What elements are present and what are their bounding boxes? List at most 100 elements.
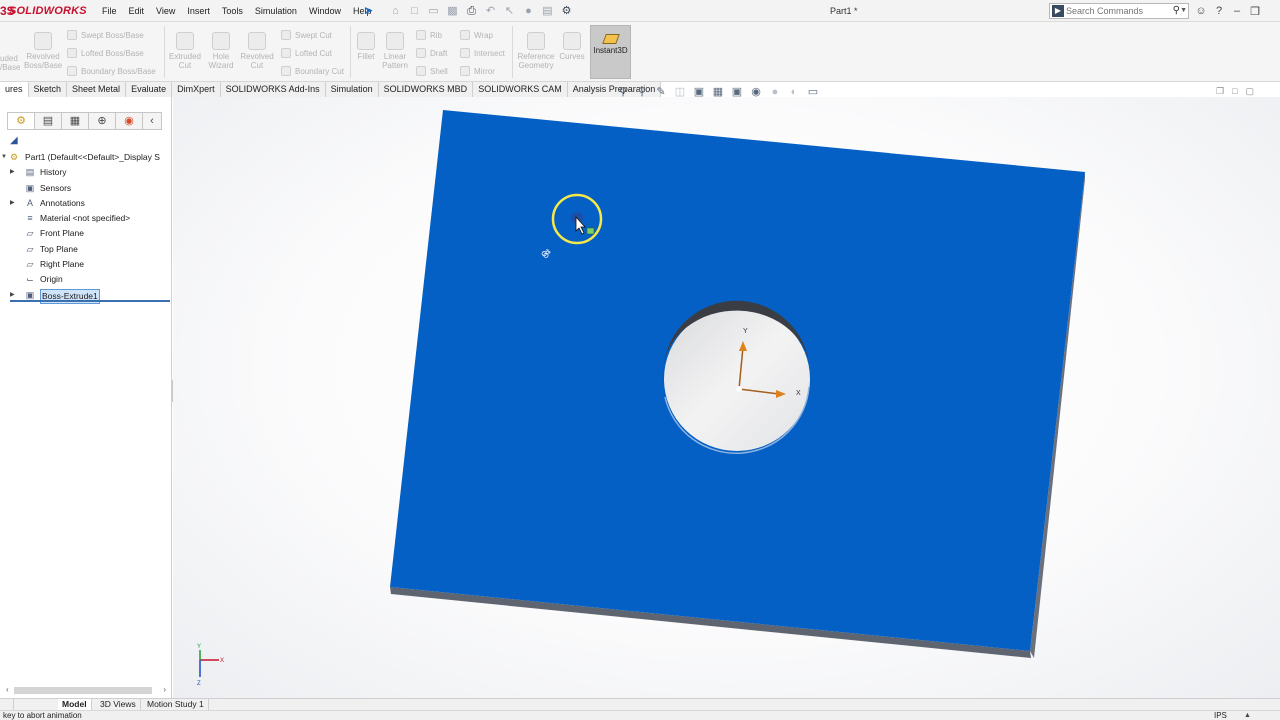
linear-pattern-button[interactable]: Linear Pattern bbox=[380, 32, 410, 70]
model-viewport[interactable]: Y X ⚣ X Y Z bbox=[173, 97, 1280, 698]
open-folder-icon[interactable]: ▭ bbox=[426, 4, 441, 19]
unit-system-arrow-icon[interactable]: ▲ bbox=[1244, 711, 1251, 720]
menu-window[interactable]: Window bbox=[303, 0, 347, 22]
tab-sheet-metal[interactable]: Sheet Metal bbox=[67, 82, 127, 97]
dimxpert-manager-tab[interactable]: ⊕ bbox=[88, 112, 116, 130]
chevron-down-icon[interactable]: ▼ bbox=[1180, 4, 1187, 18]
tab-3d-views[interactable]: 3D Views bbox=[96, 699, 141, 710]
tree-item-origin[interactable]: ⌙ Origin bbox=[0, 272, 172, 287]
hole-wizard-button[interactable]: Hole Wizard bbox=[204, 32, 238, 70]
pin-menu-icon[interactable]: ➤ bbox=[364, 4, 376, 18]
rebuild-icon[interactable]: ● bbox=[521, 4, 536, 19]
tab-simulation[interactable]: Simulation bbox=[325, 82, 379, 97]
display-manager-tab[interactable]: ◉ bbox=[115, 112, 143, 130]
revolved-cut-button[interactable]: Revolved Cut bbox=[239, 32, 275, 70]
solidworks-logo[interactable]: 3S SOLIDWORKS bbox=[0, 3, 87, 19]
tree-item-material[interactable]: ≡ Material <not specified> bbox=[0, 211, 172, 226]
search-scope-icon[interactable]: ▶ bbox=[1052, 5, 1064, 17]
tab-evaluate[interactable]: Evaluate bbox=[126, 82, 173, 97]
search-icon[interactable]: ⚲ bbox=[1173, 4, 1180, 18]
tab-model[interactable]: Model bbox=[58, 699, 92, 710]
scroll-left-icon[interactable]: ‹ bbox=[6, 685, 9, 694]
new-document-icon[interactable]: □ bbox=[407, 4, 422, 19]
feature-tree: ▼ ⚙ Part1 (Default<<Default>_Display S ▶… bbox=[0, 150, 172, 304]
reference-triad: X Y Z bbox=[197, 644, 224, 687]
swept-boss-button[interactable]: Swept Boss/Base bbox=[67, 30, 144, 41]
menu-insert[interactable]: Insert bbox=[181, 0, 216, 22]
minimize-window-icon[interactable]: – bbox=[1230, 5, 1244, 17]
lofted-cut-button[interactable]: Lofted Cut bbox=[281, 48, 332, 59]
fillet-button[interactable]: Fillet bbox=[354, 32, 378, 61]
tab-addins[interactable]: SOLIDWORKS Add-Ins bbox=[220, 82, 326, 97]
menu-simulation[interactable]: Simulation bbox=[249, 0, 303, 22]
tree-item-top-plane[interactable]: ▱ Top Plane bbox=[0, 242, 172, 257]
tab-sketch[interactable]: Sketch bbox=[28, 82, 68, 97]
expand-arrow-icon[interactable]: ▶ bbox=[10, 165, 15, 180]
options-gear-icon[interactable]: ⚙ bbox=[559, 4, 574, 19]
tree-item-right-plane[interactable]: ▱ Right Plane bbox=[0, 257, 172, 272]
help-icon[interactable]: ? bbox=[1212, 5, 1226, 17]
tree-item-label: Material <not specified> bbox=[40, 213, 131, 224]
feature-tree-horizontal-scrollbar[interactable]: ‹ › bbox=[6, 685, 166, 695]
shell-button[interactable]: Shell bbox=[416, 66, 448, 77]
more-tabs-button[interactable]: ‹ bbox=[142, 112, 162, 130]
menu-file[interactable]: File bbox=[96, 0, 123, 22]
property-manager-tab[interactable]: ▤ bbox=[34, 112, 62, 130]
search-input[interactable] bbox=[1066, 4, 1166, 18]
wrap-button[interactable]: Wrap bbox=[460, 30, 493, 41]
curves-button[interactable]: Curves bbox=[558, 32, 586, 61]
viewport-close-icon[interactable]: ▢ bbox=[1246, 86, 1255, 97]
extruded-cut-button[interactable]: Extruded Cut bbox=[167, 32, 203, 70]
viewport-maximize-icon[interactable]: □ bbox=[1232, 86, 1237, 97]
tab-cam[interactable]: SOLIDWORKS CAM bbox=[473, 82, 568, 97]
tab-dimxpert[interactable]: DimXpert bbox=[172, 82, 221, 97]
menu-edit[interactable]: Edit bbox=[123, 0, 151, 22]
tree-item-sensors[interactable]: ▣ Sensors bbox=[0, 181, 172, 196]
feature-manager-tab[interactable]: ⚙ bbox=[7, 112, 35, 130]
rollback-bar[interactable] bbox=[10, 300, 170, 302]
tab-mbd[interactable]: SOLIDWORKS MBD bbox=[378, 82, 474, 97]
home-icon[interactable]: ⌂ bbox=[388, 4, 403, 19]
undo-icon[interactable]: ↶ bbox=[483, 4, 498, 19]
mirror-icon bbox=[460, 66, 470, 76]
lofted-boss-button[interactable]: Lofted Boss/Base bbox=[67, 48, 144, 59]
menu-view[interactable]: View bbox=[150, 0, 181, 22]
scroll-right-icon[interactable]: › bbox=[163, 685, 166, 694]
instant3d-button[interactable]: Instant3D bbox=[590, 25, 631, 79]
search-commands[interactable]: ▶ ⚲ ▼ bbox=[1049, 3, 1189, 19]
print-icon[interactable]: ⎙ bbox=[464, 4, 479, 19]
unit-system[interactable]: IPS bbox=[1214, 711, 1227, 720]
expand-arrow-icon[interactable]: ▶ bbox=[10, 196, 15, 211]
command-tabs: ures Sketch Sheet Metal Evaluate DimXper… bbox=[0, 82, 662, 97]
scroll-track[interactable] bbox=[14, 687, 152, 694]
boundary-cut-button[interactable]: Boundary Cut bbox=[281, 66, 344, 77]
expand-arrow-icon[interactable]: ▼ bbox=[1, 150, 7, 165]
file-properties-icon[interactable]: ▤ bbox=[540, 4, 555, 19]
tab-motion-study-1[interactable]: Motion Study 1 bbox=[143, 699, 209, 710]
boundary-boss-button[interactable]: Boundary Boss/Base bbox=[67, 66, 156, 77]
tree-item-front-plane[interactable]: ▱ Front Plane bbox=[0, 226, 172, 241]
intersect-button[interactable]: Intersect bbox=[460, 48, 505, 59]
filter-icon[interactable]: ◢ bbox=[10, 135, 18, 146]
select-cursor-icon[interactable]: ↖ bbox=[502, 4, 517, 19]
tree-item-history[interactable]: ▶ ▤ History bbox=[0, 165, 172, 180]
rib-button[interactable]: Rib bbox=[416, 30, 442, 41]
tree-root-part[interactable]: ▼ ⚙ Part1 (Default<<Default>_Display S bbox=[0, 150, 172, 165]
menu-tools[interactable]: Tools bbox=[216, 0, 249, 22]
reference-geometry-button[interactable]: Reference Geometry bbox=[516, 32, 556, 70]
tree-item-annotations[interactable]: ▶ A Annotations bbox=[0, 196, 172, 211]
save-icon[interactable]: ▩ bbox=[445, 4, 460, 19]
mirror-button[interactable]: Mirror bbox=[460, 66, 495, 77]
configuration-manager-tab[interactable]: ▦ bbox=[61, 112, 89, 130]
viewport-restore-icon[interactable]: ❐ bbox=[1216, 86, 1224, 97]
revolved-boss-button[interactable]: Revolved Boss/Base bbox=[24, 32, 62, 70]
swept-cut-button[interactable]: Swept Cut bbox=[281, 30, 332, 41]
user-icon[interactable]: ☺ bbox=[1194, 5, 1208, 17]
tab-scroll-arrows[interactable] bbox=[2, 699, 14, 710]
plane-icon: ▱ bbox=[26, 228, 34, 239]
graphics-area[interactable]: Y X ⚣ X Y Z bbox=[173, 97, 1280, 698]
tab-features[interactable]: ures bbox=[0, 82, 29, 97]
draft-button[interactable]: Draft bbox=[416, 48, 447, 59]
extruded-boss-button[interactable]: uded /Base bbox=[0, 54, 20, 72]
restore-window-icon[interactable]: ❐ bbox=[1248, 5, 1262, 18]
